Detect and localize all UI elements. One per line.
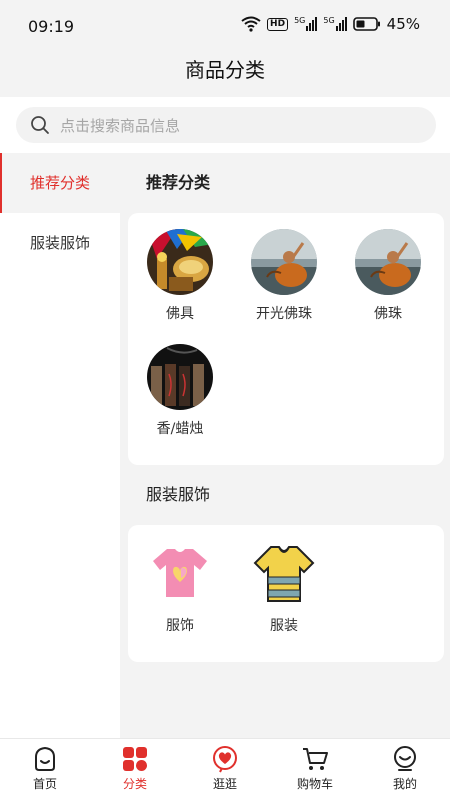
category-item[interactable]: 佛珠 xyxy=(336,225,440,340)
status-icons: HD 5G 5G 45% xyxy=(241,15,420,33)
tab-label: 首页 xyxy=(32,777,57,791)
category-content: 推荐分类 佛具 开光佛珠 佛珠 香/蜡烛 服装服饰 服饰 服装 xyxy=(128,153,444,738)
tab-category[interactable]: 分类 xyxy=(90,739,180,801)
category-item[interactable]: 开光佛珠 xyxy=(232,225,336,340)
category-item[interactable]: 佛具 xyxy=(128,225,232,340)
beads-image xyxy=(355,229,421,295)
category-icon xyxy=(123,747,147,771)
tab-label: 购物车 xyxy=(296,777,333,791)
tab-cart[interactable]: 购物车 xyxy=(270,739,360,801)
tab-profile[interactable]: 我的 xyxy=(360,739,450,801)
profile-icon xyxy=(394,746,416,771)
hd-icon: HD xyxy=(267,17,289,31)
signal-5g-icon-2: 5G xyxy=(323,17,347,31)
tshirt-striped-icon xyxy=(253,546,315,602)
category-label: 服饰 xyxy=(166,618,194,634)
search-placeholder: 点击搜索商品信息 xyxy=(60,116,181,135)
browse-heart-icon xyxy=(213,746,237,773)
page-header: 商品分类 xyxy=(0,52,450,97)
category-item[interactable]: 服饰 xyxy=(128,537,232,652)
category-item[interactable]: 服装 xyxy=(232,537,336,652)
bottom-tab-bar: 首页 分类 逛逛 购物车 我的 xyxy=(0,738,450,801)
status-bar: 09:19 HD 5G 5G 45% xyxy=(0,0,450,52)
buddhist-items-image xyxy=(147,229,213,295)
sidebar-item-recommended[interactable]: 推荐分类 xyxy=(0,153,120,213)
sidebar-item-clothing[interactable]: 服装服饰 xyxy=(0,213,120,273)
tab-browse[interactable]: 逛逛 xyxy=(180,739,270,801)
blessed-beads-image xyxy=(251,229,317,295)
category-label: 开光佛珠 xyxy=(256,306,312,322)
section-title-recommended: 推荐分类 xyxy=(146,173,211,192)
signal-5g-icon: 5G xyxy=(294,17,318,31)
tab-label: 我的 xyxy=(392,777,417,791)
tab-label: 逛逛 xyxy=(212,777,237,791)
battery-icon xyxy=(352,17,380,31)
category-label: 佛珠 xyxy=(374,306,402,322)
battery-percent: 45% xyxy=(386,15,420,33)
category-sidebar: 推荐分类 服装服饰 xyxy=(0,153,120,738)
wifi-icon xyxy=(241,16,261,32)
search-bar-container: 点击搜索商品信息 xyxy=(0,97,450,153)
page-title: 商品分类 xyxy=(185,58,265,82)
tab-label: 分类 xyxy=(122,777,147,791)
tshirt-pink-icon xyxy=(153,549,207,597)
search-icon xyxy=(31,116,49,134)
category-item[interactable]: 香/蜡烛 xyxy=(128,340,232,455)
category-label: 佛具 xyxy=(166,306,194,322)
section-title-clothing: 服装服饰 xyxy=(146,485,211,504)
home-icon xyxy=(35,746,55,771)
clothing-card: 服饰 服装 xyxy=(128,525,444,662)
cart-icon xyxy=(303,748,328,770)
category-label: 服装 xyxy=(270,618,298,634)
search-input[interactable]: 点击搜索商品信息 xyxy=(16,107,436,143)
recommended-card: 佛具 开光佛珠 佛珠 香/蜡烛 xyxy=(128,213,444,465)
category-label: 香/蜡烛 xyxy=(156,421,204,437)
status-time: 09:19 xyxy=(28,17,75,36)
tab-home[interactable]: 首页 xyxy=(0,739,90,801)
incense-candle-image xyxy=(147,344,213,410)
